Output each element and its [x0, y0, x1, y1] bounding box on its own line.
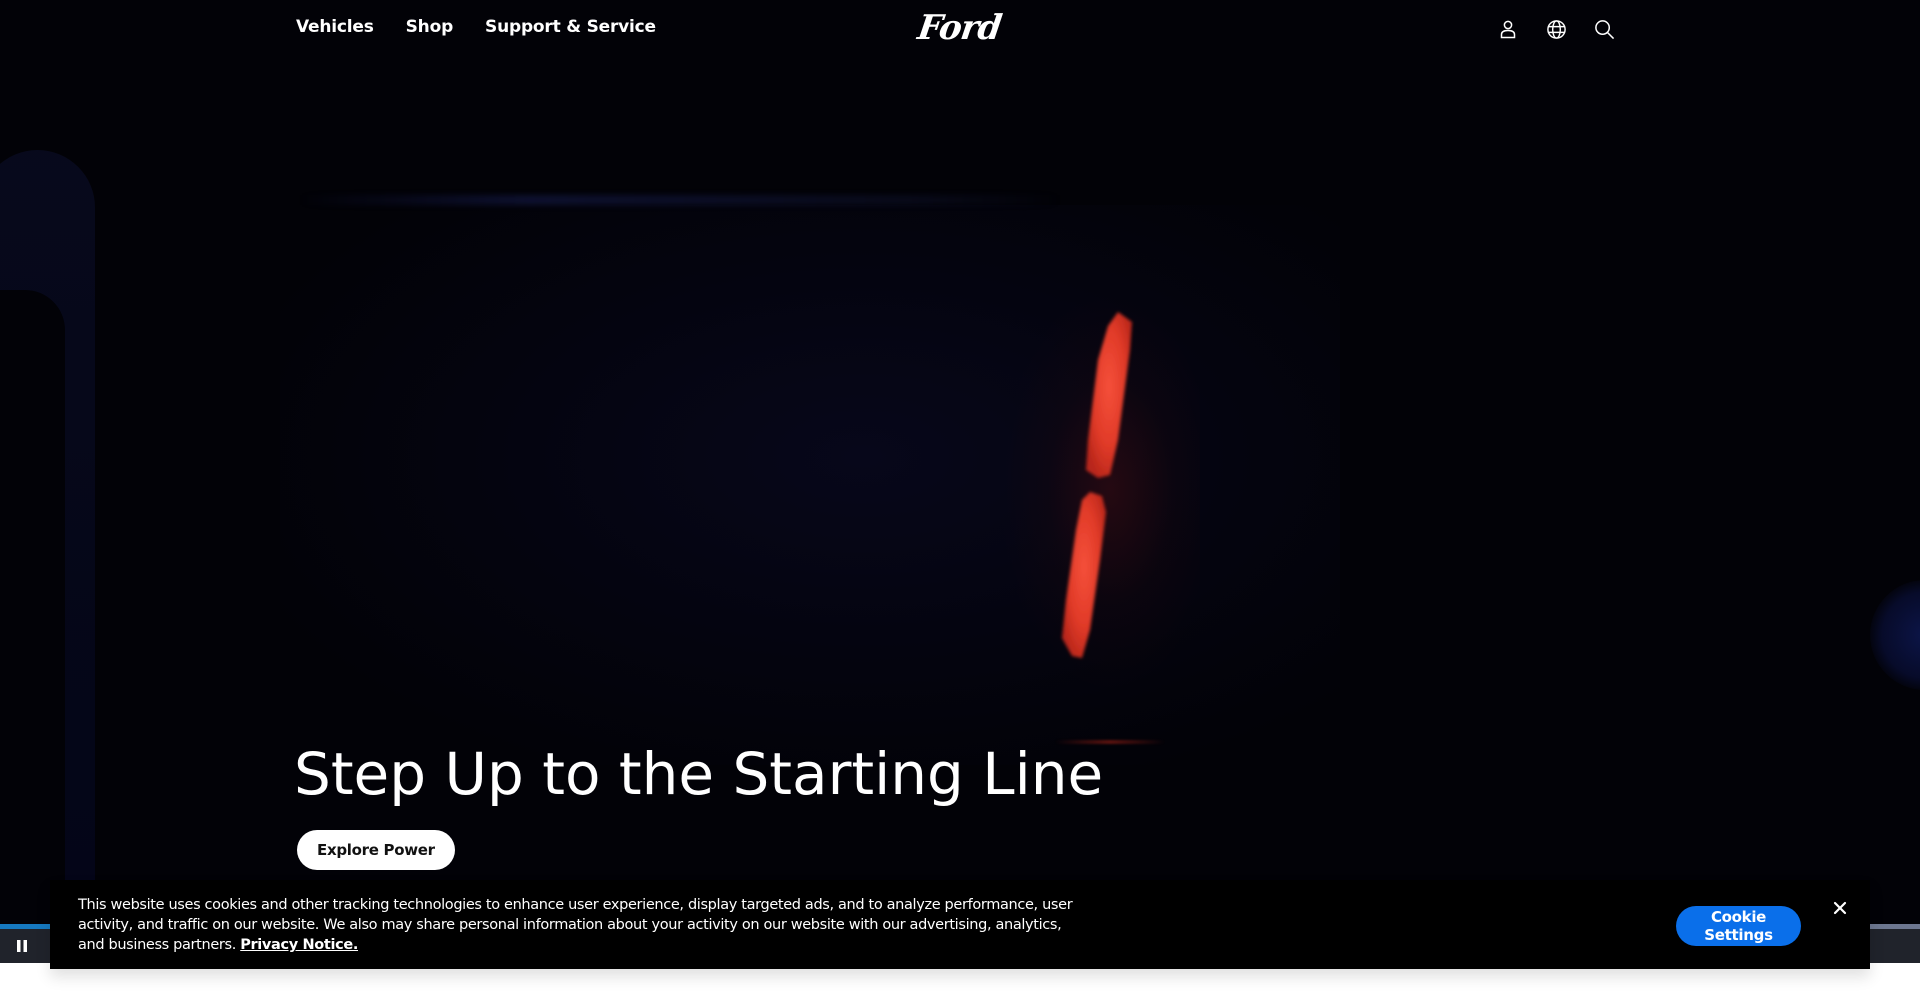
cookie-settings-button[interactable]: Cookie Settings — [1676, 906, 1801, 946]
site-header: Vehicles Shop Support & Service Ford — [0, 0, 1920, 58]
tail-light-segment-lower — [1062, 492, 1106, 658]
cookie-message-text: This website uses cookies and other trac… — [78, 897, 1073, 953]
nav-support-service[interactable]: Support & Service — [485, 17, 656, 37]
language-button[interactable] — [1544, 17, 1568, 41]
ford-logo[interactable]: Ford — [915, 8, 1004, 48]
privacy-notice-link[interactable]: Privacy Notice. — [240, 937, 358, 953]
pause-button[interactable] — [10, 935, 34, 957]
tail-light-segment-upper — [1086, 312, 1132, 478]
background-shape — [0, 290, 65, 928]
nav-vehicles[interactable]: Vehicles — [296, 17, 374, 37]
hero-title: Step Up to the Starting Line — [294, 740, 1104, 808]
hero-video-section: Vehicles Shop Support & Service Ford Ste… — [0, 0, 1920, 928]
account-icon — [1500, 20, 1516, 39]
cookie-banner: This website uses cookies and other trac… — [50, 880, 1870, 969]
background-glow — [1870, 580, 1920, 690]
background-shape — [0, 150, 95, 928]
header-actions — [1496, 17, 1616, 41]
close-icon — [1833, 901, 1847, 915]
main-nav: Vehicles Shop Support & Service — [296, 17, 656, 37]
logo-wordmark: Ford — [915, 8, 1004, 48]
cookie-close-button[interactable] — [1828, 896, 1852, 920]
search-icon — [1594, 19, 1614, 39]
pause-icon — [17, 940, 27, 952]
explore-power-button[interactable]: Explore Power — [297, 830, 455, 870]
tail-light-image — [1062, 312, 1132, 658]
search-button[interactable] — [1592, 17, 1616, 41]
cookie-message: This website uses cookies and other trac… — [78, 895, 1078, 955]
globe-icon — [1546, 19, 1566, 39]
account-button[interactable] — [1496, 17, 1520, 41]
car-roof-highlight — [300, 195, 1060, 205]
nav-shop[interactable]: Shop — [406, 17, 454, 37]
